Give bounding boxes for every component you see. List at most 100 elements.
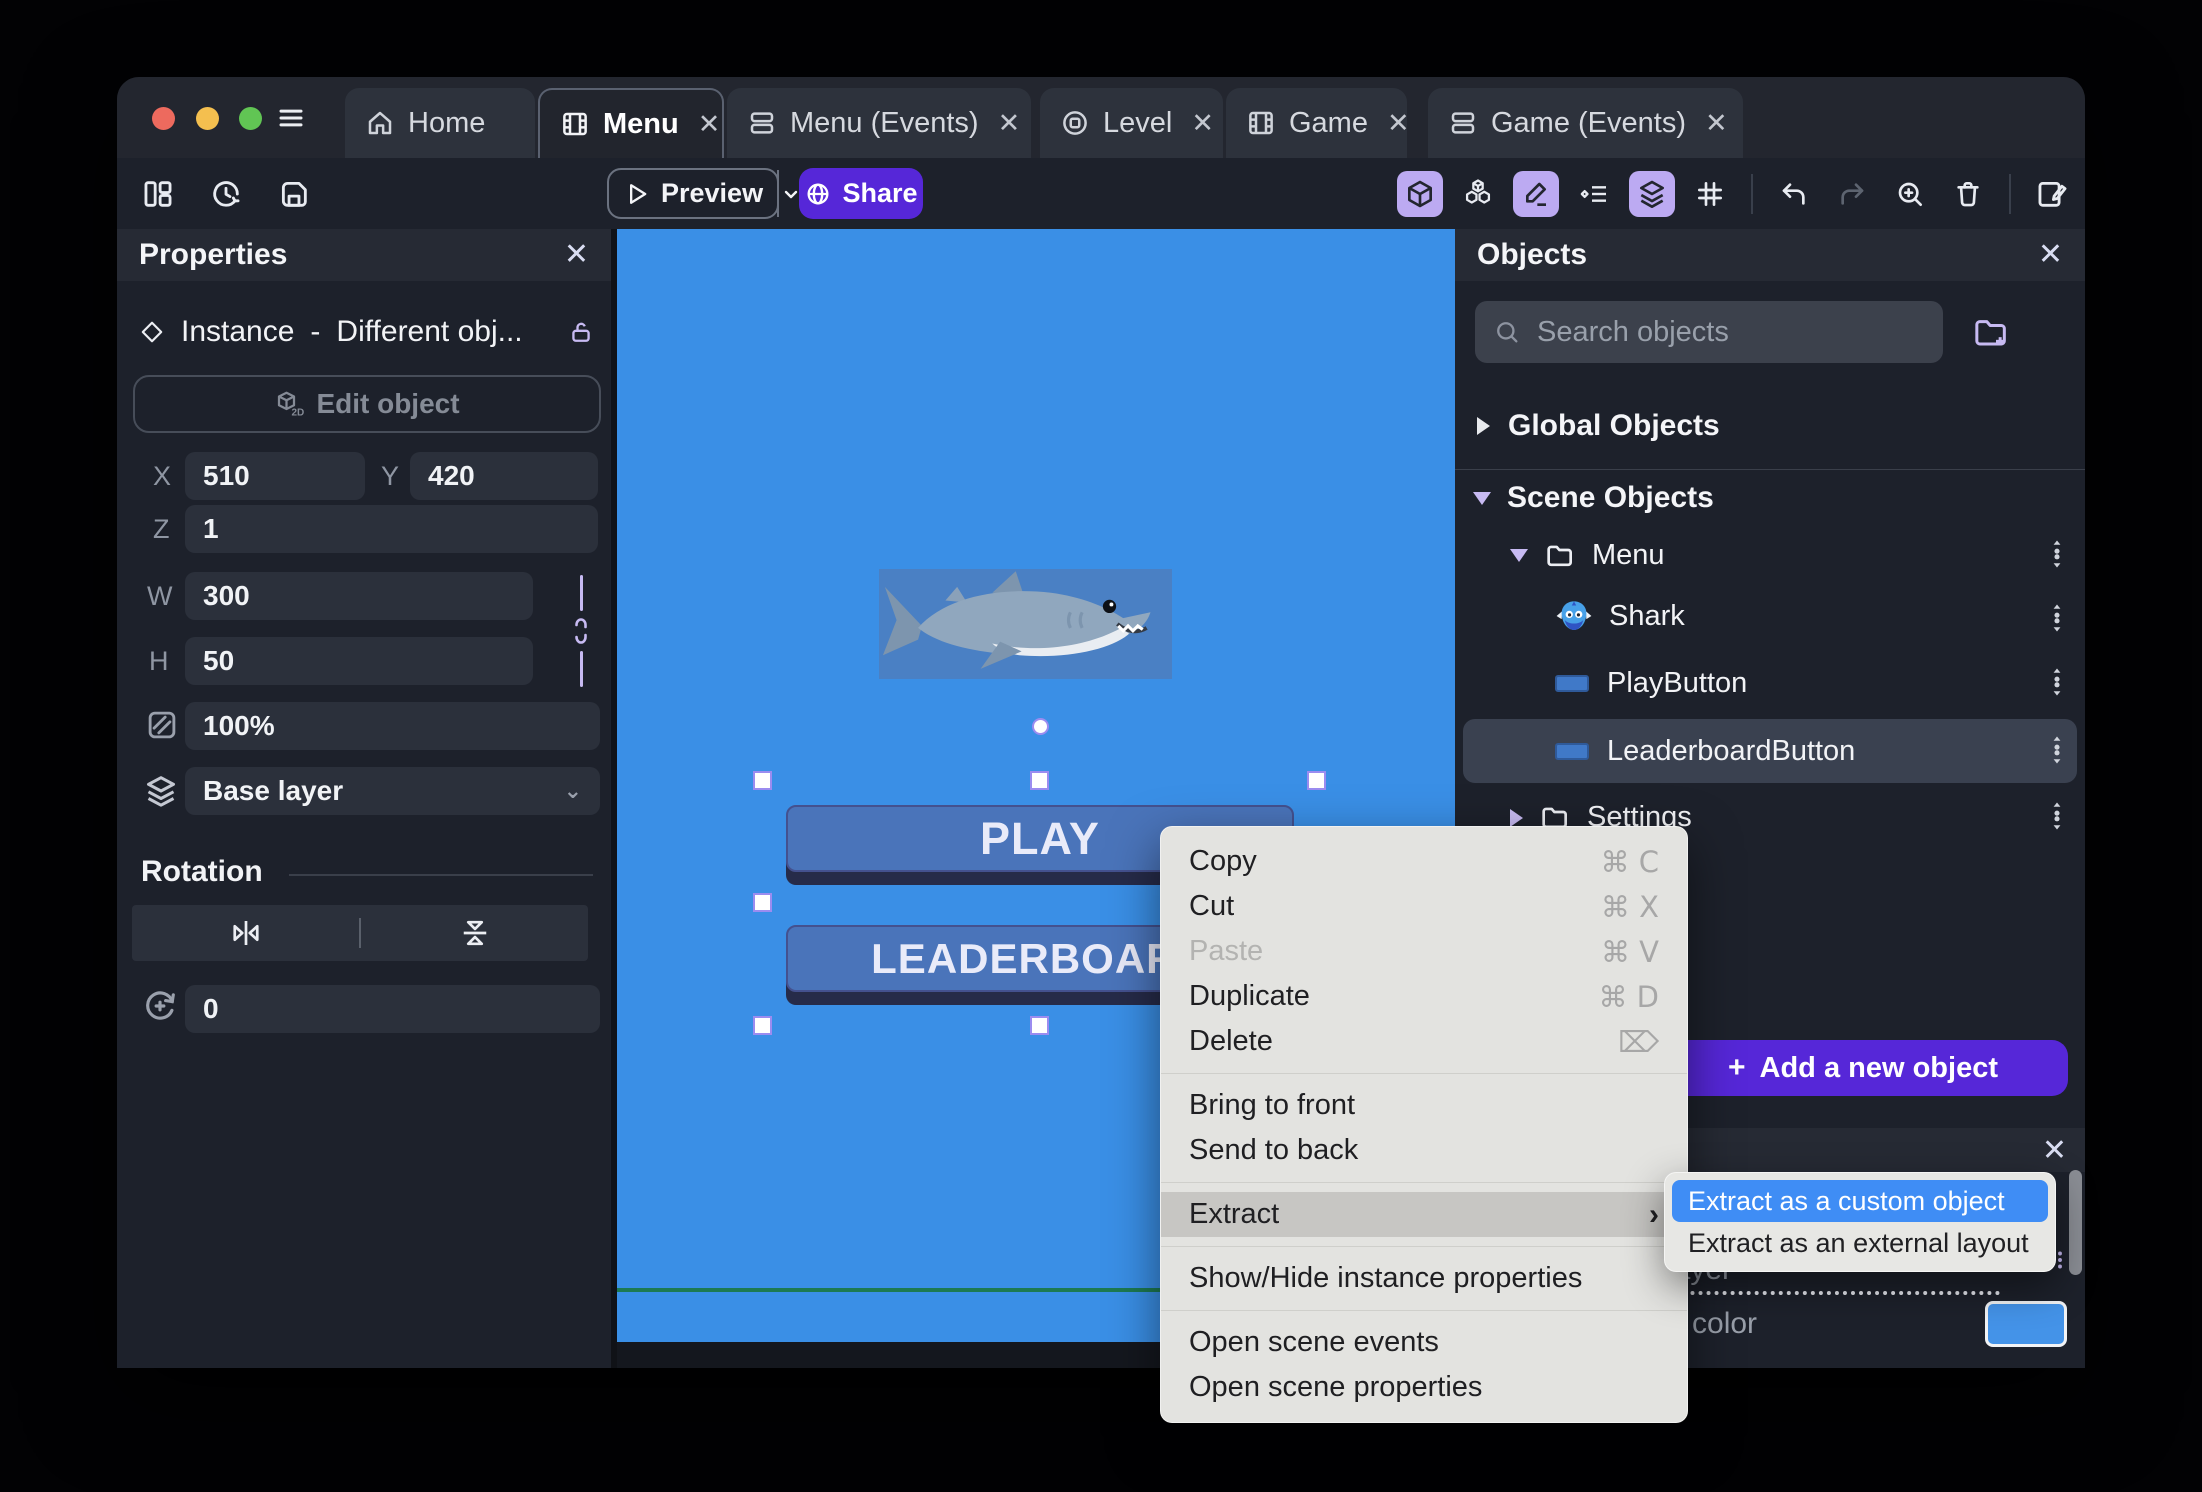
- add-new-object-button[interactable]: + Add a new object: [1658, 1040, 2068, 1096]
- shark-thumbnail-icon: [1555, 597, 1593, 635]
- scene-objects-row[interactable]: Scene Objects: [1473, 481, 1714, 515]
- caret-right-icon[interactable]: [1477, 417, 1490, 435]
- menu-item-open-scene-properties[interactable]: Open scene properties: [1161, 1365, 1687, 1410]
- close-tab-icon[interactable]: ✕: [998, 109, 1021, 137]
- traffic-light-zoom[interactable]: [239, 107, 262, 130]
- lock-open-icon[interactable]: [567, 318, 595, 346]
- selection-handle[interactable]: [1307, 771, 1326, 790]
- selection-handle[interactable]: [753, 1016, 772, 1035]
- menu-item-shortcut: ⌘ X: [1600, 889, 1659, 924]
- tree-item-shark[interactable]: Shark: [1555, 597, 1685, 635]
- menu-item-shortcut: ⌘ D: [1598, 979, 1659, 1014]
- menu-item-open-scene-events[interactable]: Open scene events: [1161, 1320, 1687, 1365]
- menu-item-label: Paste: [1189, 935, 1264, 967]
- close-layers-panel-icon[interactable]: ✕: [2042, 1133, 2067, 1168]
- menu-item-copy[interactable]: Copy ⌘ C: [1161, 839, 1687, 884]
- menu-item-bring-to-front[interactable]: Bring to front: [1161, 1083, 1687, 1128]
- rotate-handle[interactable]: [1032, 718, 1049, 735]
- tree-item-menu-folder[interactable]: Menu: [1510, 539, 1665, 572]
- z-input[interactable]: [185, 505, 598, 553]
- tab-home[interactable]: Home: [345, 88, 535, 158]
- menu-item-duplicate[interactable]: Duplicate ⌘ D: [1161, 974, 1687, 1019]
- caret-down-icon[interactable]: [1473, 491, 1491, 505]
- row-menu-icon[interactable]: [2047, 537, 2067, 571]
- preview-button[interactable]: Preview: [607, 168, 798, 219]
- edit-mode-pencil-icon[interactable]: [1513, 170, 1559, 217]
- menu-item-cut[interactable]: Cut ⌘ X: [1161, 884, 1687, 929]
- close-tab-icon[interactable]: ✕: [698, 110, 721, 138]
- w-input[interactable]: [185, 572, 533, 620]
- tree-item-leaderboardbutton[interactable]: LeaderboardButton: [1555, 735, 1855, 768]
- hamburger-menu-icon[interactable]: [273, 103, 309, 133]
- submenu-item-extract-external-layout[interactable]: Extract as an external layout: [1672, 1222, 2048, 1264]
- tab-menu-events[interactable]: Menu (Events) ✕: [727, 88, 1031, 158]
- scene-icon: [560, 109, 590, 139]
- undo-icon[interactable]: [1771, 171, 1817, 217]
- instance-list-icon[interactable]: [1571, 171, 1617, 217]
- tree-item-playbutton[interactable]: PlayButton: [1555, 667, 1747, 700]
- object-mode-icon[interactable]: [1397, 170, 1443, 217]
- menu-item-show-hide-instance-properties[interactable]: Show/Hide instance properties: [1161, 1256, 1687, 1301]
- tab-game-events[interactable]: Game (Events) ✕: [1428, 88, 1743, 158]
- redo-icon[interactable]: [1829, 171, 1875, 217]
- link-dimensions-toggle[interactable]: [569, 575, 593, 693]
- menu-item-delete[interactable]: Delete ⌦: [1161, 1019, 1687, 1064]
- instance-label: Instance: [181, 315, 295, 348]
- menu-item-extract[interactable]: Extract ›: [1161, 1192, 1687, 1237]
- tab-level[interactable]: Level ✕: [1040, 88, 1223, 158]
- trash-icon[interactable]: [1945, 171, 1991, 217]
- selection-handle[interactable]: [1030, 771, 1049, 790]
- flip-horizontal-button[interactable]: [132, 915, 359, 951]
- properties-panel-header: Properties ✕: [117, 229, 611, 281]
- toggle-panels-icon[interactable]: [135, 171, 181, 217]
- x-input[interactable]: [185, 452, 365, 500]
- tab-menu[interactable]: Menu ✕: [538, 88, 724, 158]
- edit-scene-properties-icon[interactable]: [2029, 171, 2075, 217]
- history-icon[interactable]: [203, 171, 249, 217]
- search-objects-input[interactable]: [1535, 314, 1925, 350]
- objects-panel-header: Objects ✕: [1455, 229, 2085, 281]
- layer-select[interactable]: Base layer ⌄: [185, 767, 600, 815]
- row-menu-icon[interactable]: [2047, 733, 2067, 767]
- row-menu-icon[interactable]: [2047, 665, 2067, 699]
- search-objects-box[interactable]: [1475, 301, 1943, 363]
- menu-item-label: Copy: [1189, 845, 1257, 877]
- y-input[interactable]: [410, 452, 598, 500]
- layers-icon[interactable]: [1629, 170, 1675, 217]
- caret-right-icon[interactable]: [1510, 808, 1523, 827]
- caret-down-icon[interactable]: [1510, 549, 1528, 562]
- close-tab-icon[interactable]: ✕: [1191, 109, 1214, 137]
- close-objects-icon[interactable]: ✕: [2038, 240, 2063, 270]
- row-menu-icon[interactable]: [2047, 799, 2067, 833]
- selection-handle[interactable]: [1030, 1016, 1049, 1035]
- properties-title: Properties: [139, 238, 288, 271]
- h-input[interactable]: [185, 637, 533, 685]
- shark-sprite[interactable]: [879, 569, 1172, 679]
- selection-handle[interactable]: [753, 893, 772, 912]
- close-tab-icon[interactable]: ✕: [1387, 109, 1410, 137]
- instances-icon[interactable]: [1455, 171, 1501, 217]
- menu-item-label: Show/Hide instance properties: [1189, 1262, 1583, 1294]
- grid-icon[interactable]: [1687, 171, 1733, 217]
- menu-item-paste[interactable]: Paste ⌘ V: [1161, 929, 1687, 974]
- flip-vertical-button[interactable]: [361, 915, 588, 951]
- rotation-input[interactable]: [185, 985, 600, 1033]
- zoom-in-icon[interactable]: [1887, 171, 1933, 217]
- opacity-input[interactable]: [185, 702, 600, 750]
- row-menu-icon[interactable]: [2047, 601, 2067, 635]
- selection-handle[interactable]: [753, 771, 772, 790]
- save-icon[interactable]: [271, 171, 317, 217]
- submenu-item-extract-custom-object[interactable]: Extract as a custom object: [1672, 1180, 2048, 1222]
- global-objects-row[interactable]: Global Objects: [1477, 409, 1720, 443]
- share-button[interactable]: Share: [799, 168, 923, 219]
- background-color-swatch[interactable]: [1985, 1301, 2067, 1347]
- close-tab-icon[interactable]: ✕: [1705, 109, 1728, 137]
- panel-scrollbar[interactable]: [2069, 1170, 2082, 1275]
- traffic-light-close[interactable]: [152, 107, 175, 130]
- edit-object-button[interactable]: 2D Edit object: [133, 375, 601, 433]
- close-properties-icon[interactable]: ✕: [564, 240, 589, 270]
- menu-item-send-to-back[interactable]: Send to back: [1161, 1128, 1687, 1173]
- traffic-light-minimize[interactable]: [196, 107, 219, 130]
- add-folder-icon[interactable]: [1971, 313, 2011, 353]
- tab-game[interactable]: Game ✕: [1226, 88, 1410, 158]
